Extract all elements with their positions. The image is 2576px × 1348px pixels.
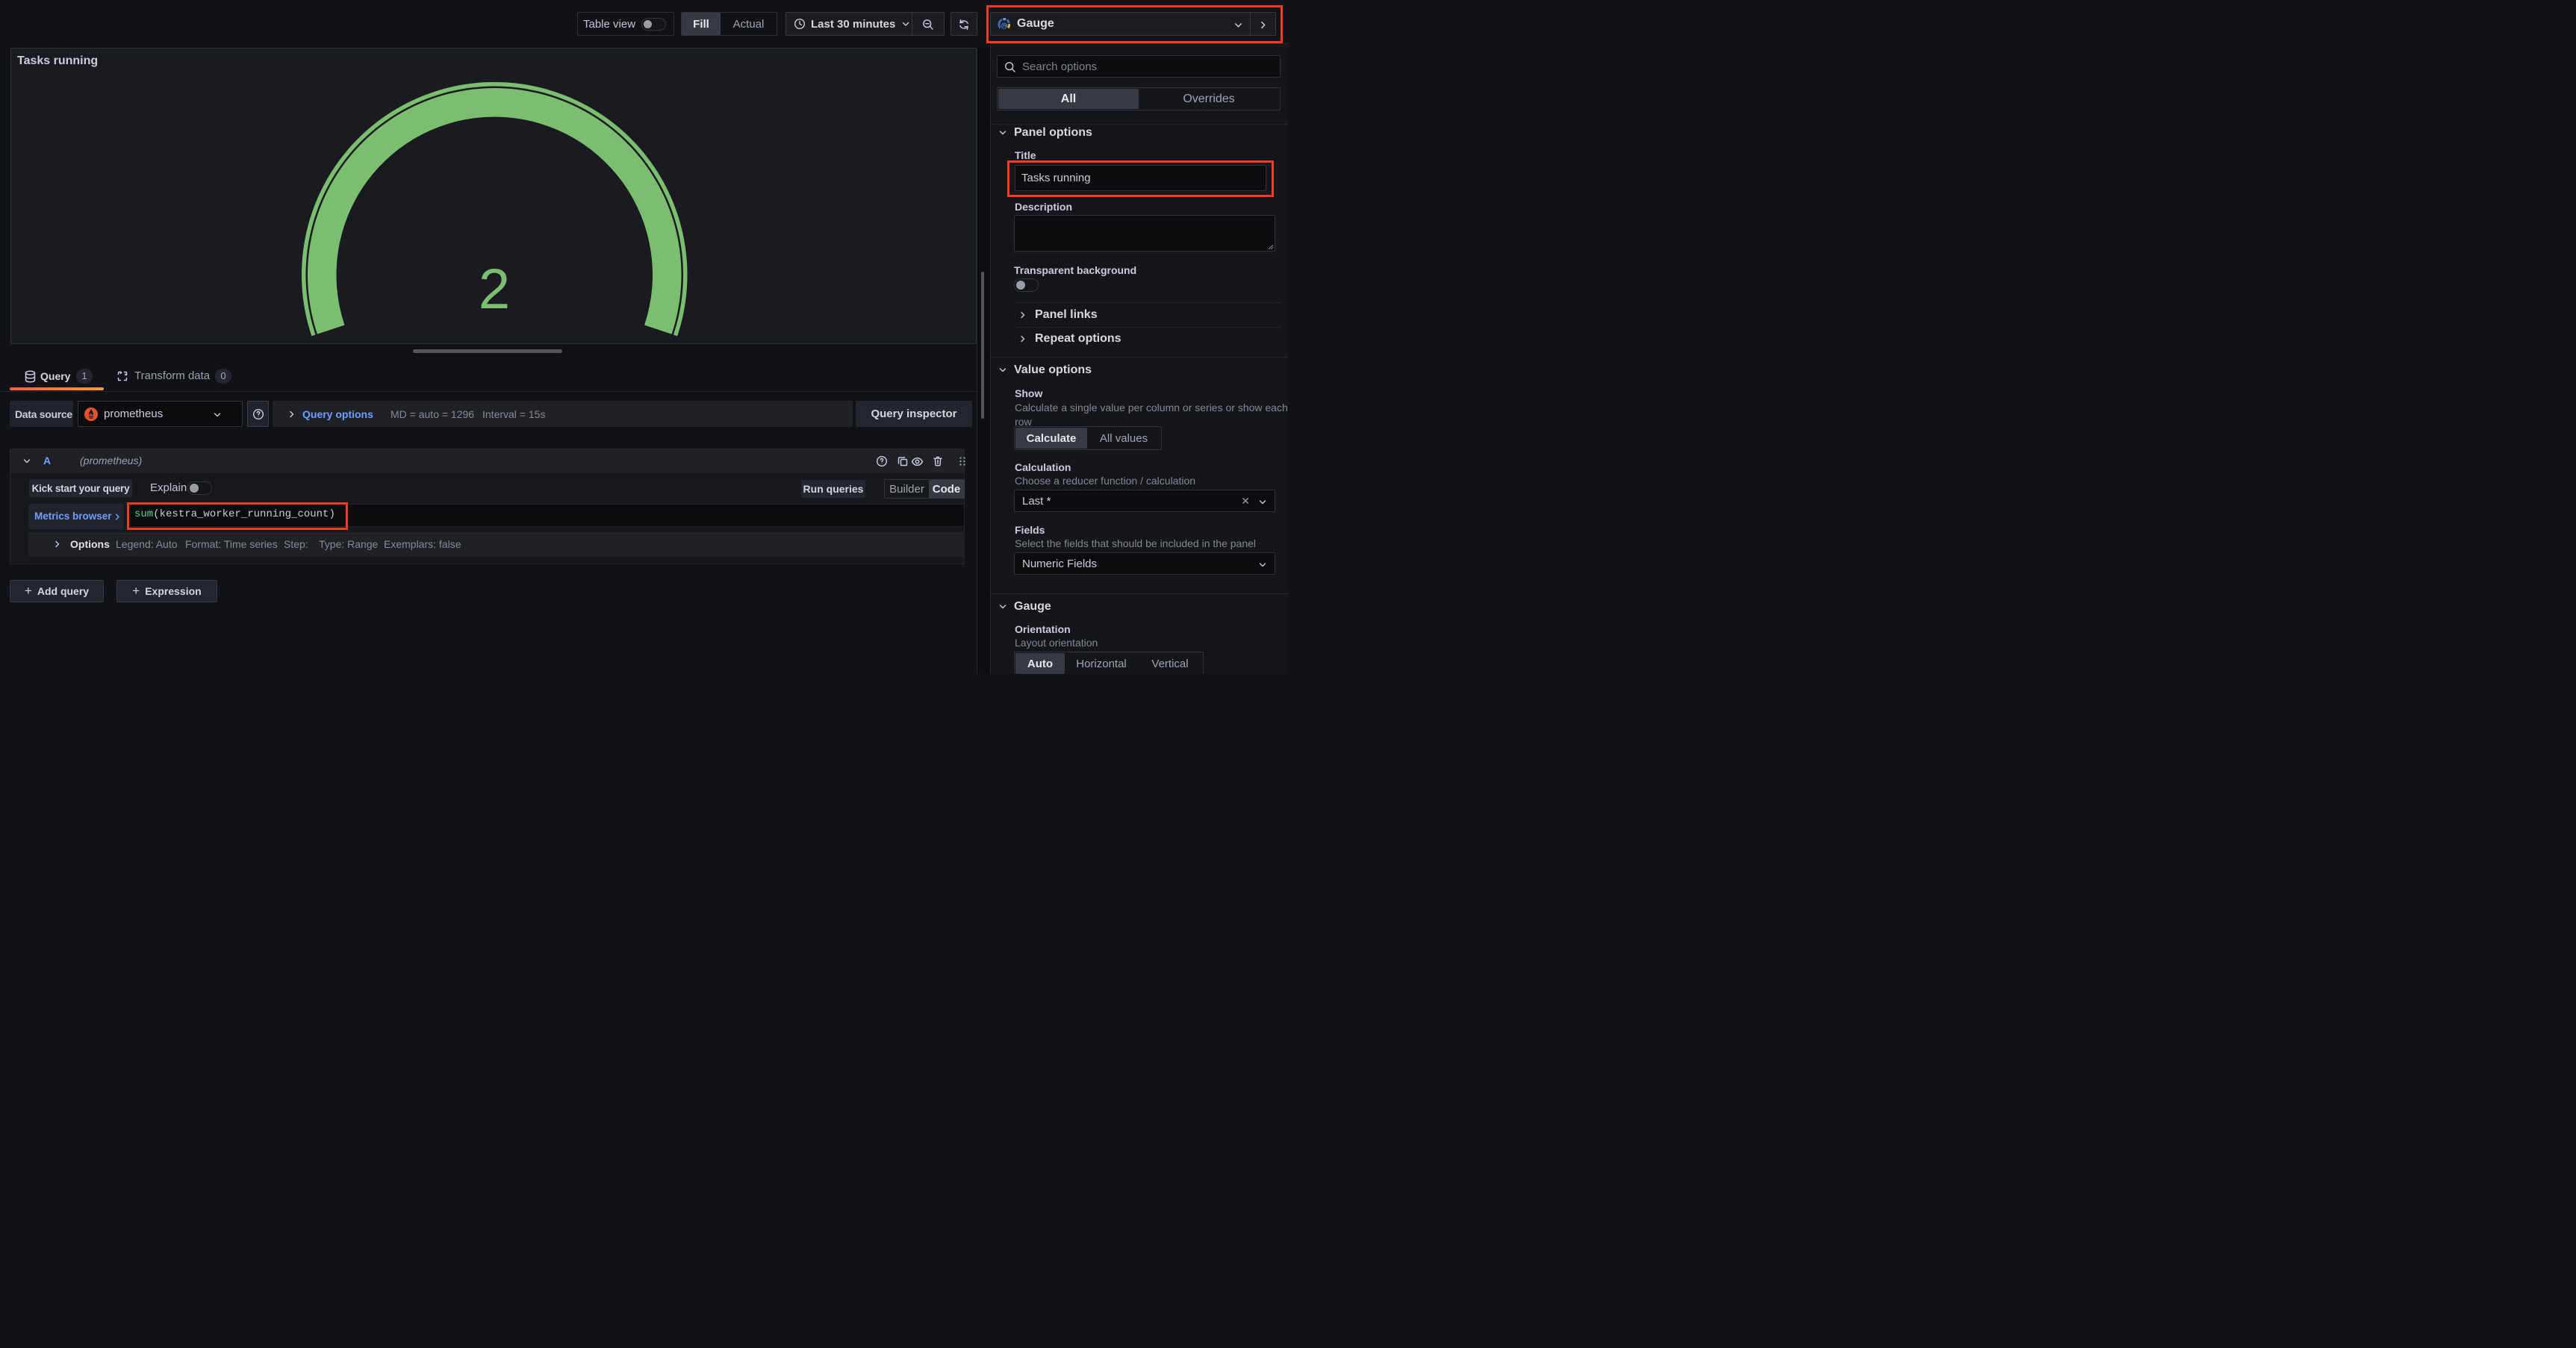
svg-text:2: 2	[479, 258, 510, 321]
svg-text:79: 79	[1002, 25, 1007, 29]
